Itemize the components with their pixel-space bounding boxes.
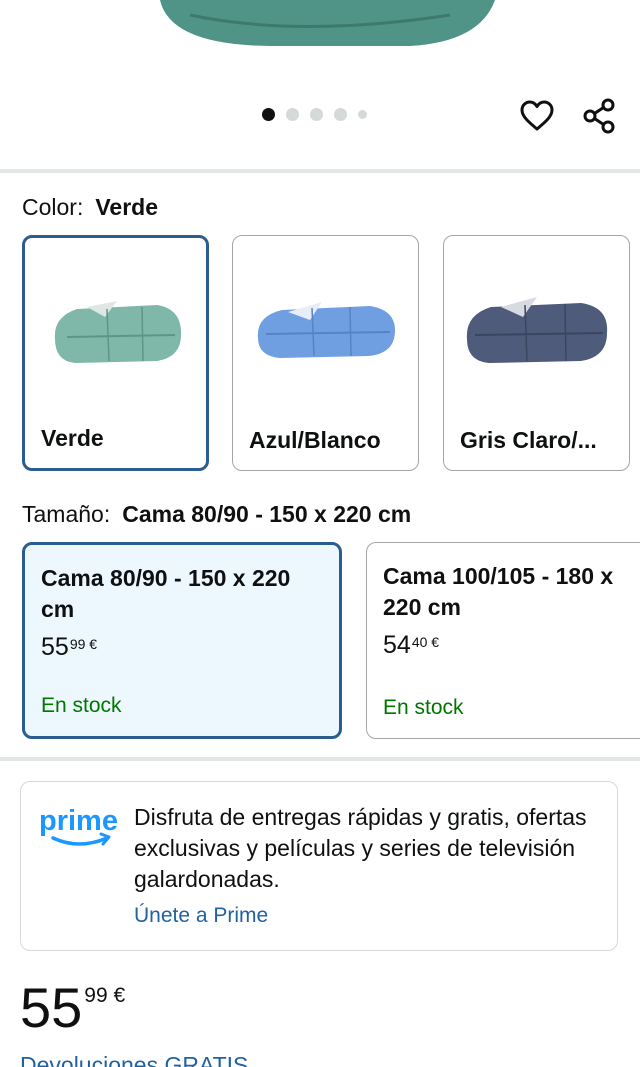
carousel-dots <box>262 108 367 121</box>
size-option-price: 55 99 € <box>41 633 323 662</box>
carousel-dot[interactable] <box>334 108 347 121</box>
join-prime-link[interactable]: Únete a Prime <box>134 904 268 928</box>
wishlist-heart-icon[interactable] <box>517 96 557 136</box>
price-whole: 55 <box>41 633 69 661</box>
size-option-title: Cama 100/105 - 180 x 220 cm <box>383 563 614 620</box>
stock-status: En stock <box>383 696 464 719</box>
color-swatch-verde[interactable]: Verde <box>22 235 209 471</box>
price-whole: 54 <box>383 631 411 659</box>
prime-logo-text: prime <box>39 805 118 837</box>
product-price: 55 99 € <box>20 978 125 1038</box>
prime-logo: prime <box>39 804 123 859</box>
color-option-name: Azul/Blanco <box>249 427 381 453</box>
comforter-image <box>37 252 197 412</box>
color-option-name: Verde <box>41 425 104 451</box>
comforter-image <box>245 250 405 410</box>
price-whole: 55 <box>20 976 83 1039</box>
color-label: Color: <box>22 194 84 220</box>
carousel-dot[interactable] <box>310 108 323 121</box>
product-image[interactable] <box>0 0 640 60</box>
size-option-title: Cama 80/90 - 150 x 220 cm <box>41 565 291 622</box>
carousel-dot[interactable] <box>286 108 299 121</box>
carousel-dot[interactable] <box>358 110 367 119</box>
color-swatch-gris-claro[interactable]: Gris Claro/... <box>443 235 630 471</box>
size-label: Tamaño: <box>22 501 111 527</box>
share-icon[interactable] <box>579 96 619 136</box>
section-divider <box>0 757 640 761</box>
size-selected-value: Cama 80/90 - 150 x 220 cm <box>122 501 412 527</box>
comforter-image <box>456 250 616 410</box>
section-divider <box>0 169 640 173</box>
color-option-name: Gris Claro/... <box>460 427 597 453</box>
size-option-80-90[interactable]: Cama 80/90 - 150 x 220 cm 55 99 € En stoc… <box>22 542 342 739</box>
color-swatch-azul-blanco[interactable]: Azul/Blanco <box>232 235 419 471</box>
price-fraction: 40 € <box>411 634 440 650</box>
price-fraction: 99 € <box>84 984 126 1007</box>
size-label-row: Tamaño: Cama 80/90 - 150 x 220 cm <box>22 501 411 528</box>
free-returns-link[interactable]: Devoluciones GRATIS <box>20 1052 248 1067</box>
carousel-dot-active[interactable] <box>262 108 275 121</box>
prime-promo-box: prime Disfruta de entregas rápidas y gra… <box>20 781 618 951</box>
stock-status: En stock <box>41 694 122 717</box>
size-option-100-105[interactable]: Cama 100/105 - 180 x 220 cm 54 40 € En st… <box>366 542 640 739</box>
color-label-row: Color: Verde <box>22 194 158 221</box>
price-fraction: 99 € <box>69 636 98 652</box>
color-selected-value: Verde <box>95 194 159 220</box>
prime-description: Disfruta de entregas rápidas y gratis, o… <box>134 804 587 892</box>
size-option-price: 54 40 € <box>383 631 639 660</box>
